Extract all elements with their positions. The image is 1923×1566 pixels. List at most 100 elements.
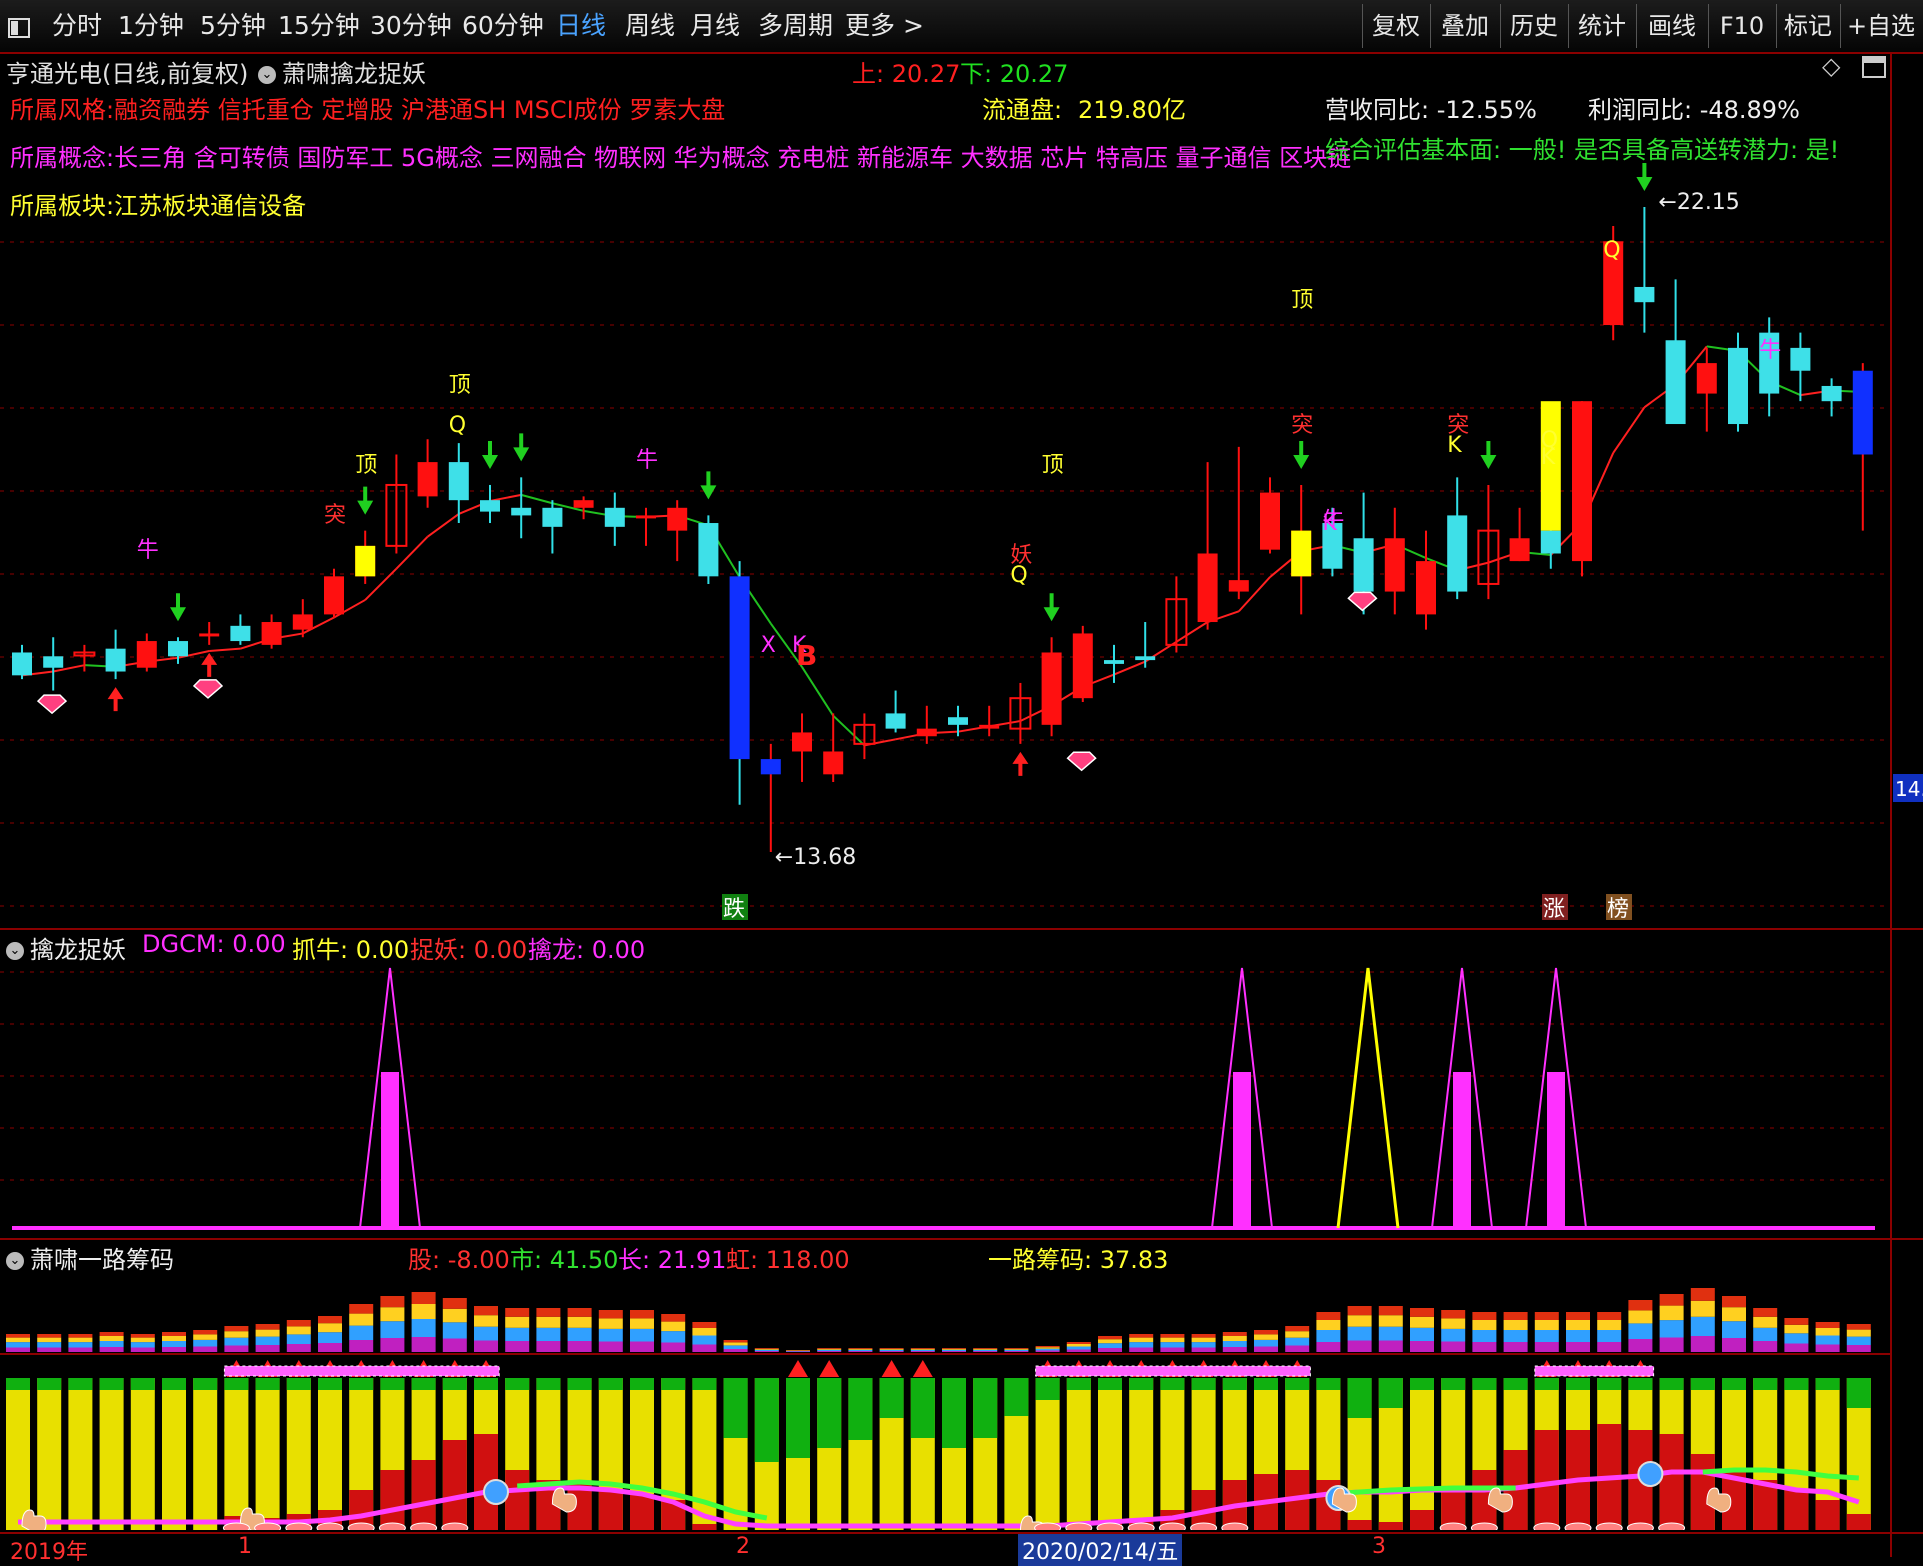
chip-top-bar [1441, 1318, 1465, 1329]
chip-top-bar [1660, 1338, 1684, 1353]
marker-tu: 突 [1291, 413, 1313, 438]
chip-top-bar [1004, 1349, 1028, 1350]
chip-bar-red [380, 1470, 404, 1530]
chip-bar-green [256, 1378, 280, 1390]
magenta-band [1535, 1366, 1654, 1376]
tab-4[interactable]: 30分钟 [370, 6, 452, 46]
chip-bar-green [1441, 1378, 1465, 1390]
chip-top-bar [474, 1327, 498, 1341]
tab-8[interactable]: 月线 [690, 6, 740, 46]
tab-5[interactable]: 60分钟 [462, 6, 544, 46]
chip-top-bar [1223, 1347, 1247, 1352]
chip-top-bar [1160, 1334, 1184, 1338]
chip-top-bar [443, 1298, 467, 1309]
green-arrow-icon [482, 441, 498, 469]
chip-top-bar [880, 1351, 904, 1352]
chip-top-bar [349, 1340, 373, 1352]
pink-chip-icon [1659, 1523, 1685, 1530]
tab-7[interactable]: 周线 [625, 6, 675, 46]
tab-3[interactable]: 15分钟 [278, 6, 360, 46]
chip-top-bar [973, 1351, 997, 1352]
chip-top-bar [1410, 1317, 1434, 1328]
ma-line-segment [521, 495, 552, 503]
chip-top-bar [1067, 1347, 1091, 1350]
chip-bar-green [661, 1378, 685, 1390]
chip-top-bar [1348, 1327, 1372, 1341]
marker-ding: 顶 [449, 373, 471, 398]
tool-button-2[interactable]: 历史 [1500, 4, 1567, 48]
chip-top-bar [474, 1306, 498, 1315]
chip-top-bar [505, 1308, 529, 1317]
tab-10[interactable]: 更多 > [845, 6, 924, 46]
candle-body [1354, 538, 1374, 591]
tab-6[interactable]: 日线 [556, 6, 606, 46]
chip-bar-yellow [256, 1378, 280, 1530]
tab-1[interactable]: 1分钟 [118, 6, 184, 46]
chip-top-bar [1691, 1288, 1715, 1301]
chip-top-bar [942, 1351, 966, 1352]
pink-chip-icon [1627, 1523, 1653, 1530]
chip-top-bar [1192, 1348, 1216, 1353]
chip-top-bar [1597, 1342, 1621, 1352]
tool-button-1[interactable]: 叠加 [1430, 4, 1499, 48]
candle-body [1541, 531, 1561, 554]
chip-bar-red [1847, 1514, 1871, 1530]
tool-button-6[interactable]: 标记 [1776, 4, 1839, 48]
chip-top-bar [692, 1328, 716, 1336]
tool-button-7[interactable]: +自选 [1840, 4, 1921, 48]
chip-top-bar [1004, 1351, 1028, 1352]
chip-top-bar [37, 1348, 61, 1353]
chip-top-bar [1004, 1350, 1028, 1351]
red-arrow-icon [201, 653, 217, 677]
chip-top-bar [911, 1348, 935, 1349]
chip-top-bar [256, 1324, 280, 1330]
chip-top-bar [162, 1336, 186, 1341]
tool-button-0[interactable]: 复权 [1362, 4, 1429, 48]
candle-body [1229, 580, 1249, 591]
magenta-band [224, 1366, 499, 1376]
chip-top-bar [1691, 1336, 1715, 1352]
candle-body [1198, 553, 1218, 622]
chip-bar-green [536, 1378, 560, 1390]
chip-top-bar [162, 1347, 186, 1352]
x-axis: 2019年 1 2 2020/02/14/五 3 [0, 1532, 1923, 1559]
green-arrow-icon [1044, 593, 1060, 621]
red-triangle-icon [819, 1360, 839, 1377]
chip-bar-green [474, 1378, 498, 1390]
chip-top-bar [1816, 1328, 1840, 1336]
chip-chart[interactable] [0, 1240, 1923, 1530]
tool-button-3[interactable]: 统计 [1568, 4, 1635, 48]
chip-top-bar [162, 1341, 186, 1347]
indicator-chart[interactable] [0, 930, 1923, 1235]
chip-top-bar [1160, 1338, 1184, 1343]
chip-top-bar [755, 1348, 779, 1349]
tab-9[interactable]: 多周期 [758, 6, 833, 46]
chip-top-bar [1597, 1330, 1621, 1342]
price-chart[interactable]: 顶顶顶顶突突突牛牛牛牛QQQQKKKXK妖B←22.15←13.6814.跌涨榜 [0, 52, 1923, 932]
chip-top-bar [1847, 1324, 1871, 1330]
tool-button-4[interactable]: 画线 [1636, 4, 1707, 48]
chip-bar-yellow [6, 1378, 30, 1530]
window-icon[interactable] [8, 6, 30, 46]
chip-top-bar [1192, 1334, 1216, 1338]
chip-bar-green [755, 1378, 779, 1462]
candle-body [106, 649, 126, 672]
event-badge-label: 涨 [1543, 897, 1565, 922]
chip-bar-green [1160, 1378, 1184, 1390]
candle-body [792, 732, 812, 751]
tab-2[interactable]: 5分钟 [200, 6, 266, 46]
tool-button-5[interactable]: F10 [1708, 4, 1775, 48]
marker-niu: 牛 [1759, 338, 1781, 363]
chip-bar-green [1067, 1378, 1091, 1390]
chip-top-bar [1784, 1344, 1808, 1353]
chip-top-bar [1410, 1341, 1434, 1352]
chip-top-bar [1566, 1330, 1590, 1342]
chip-top-bar [1348, 1306, 1372, 1315]
chip-bar-yellow [1067, 1378, 1091, 1530]
chip-top-bar [1129, 1348, 1153, 1353]
tab-0[interactable]: 分时 [52, 6, 102, 46]
green-arrow-icon [1636, 163, 1652, 191]
chip-top-bar [692, 1336, 716, 1345]
period-toolbar: 分时 1分钟 5分钟 15分钟30分钟60分钟日线周线月线多周期更多 > 复权叠加历史… [0, 0, 1923, 54]
chip-top-bar [1160, 1342, 1184, 1347]
